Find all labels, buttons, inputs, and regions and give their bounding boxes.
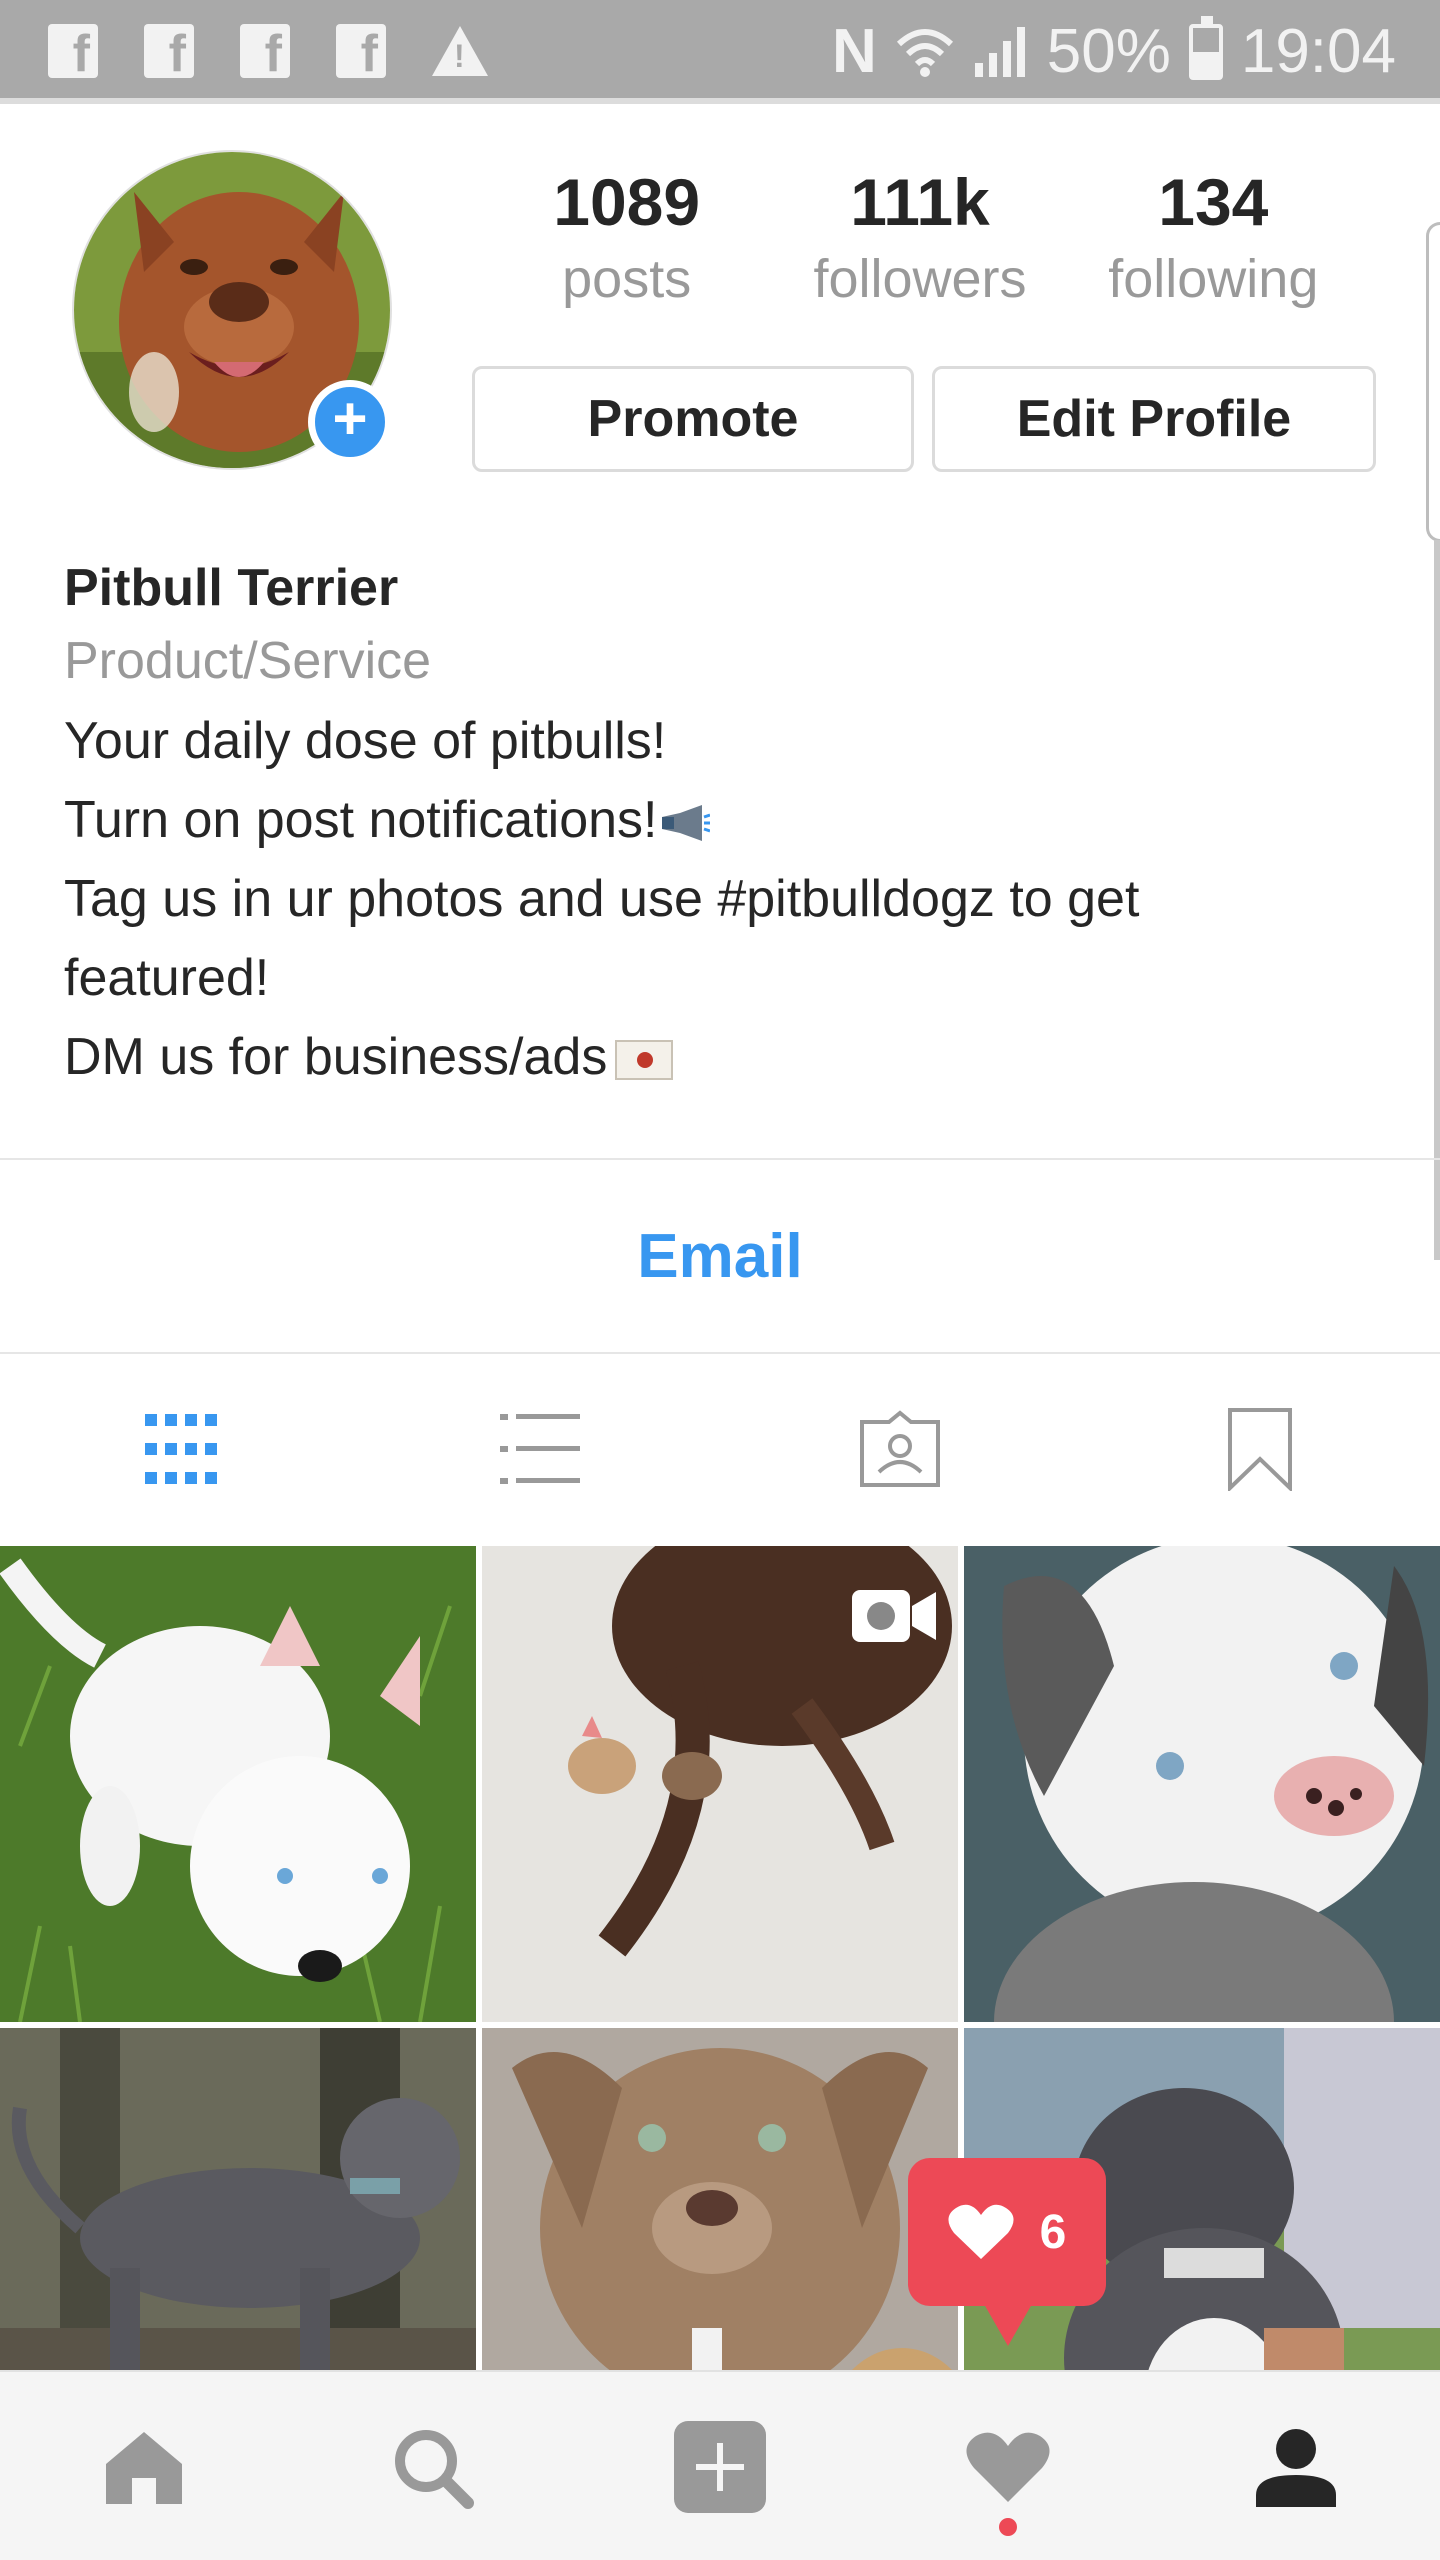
facebook-icon bbox=[144, 24, 194, 84]
nav-profile[interactable] bbox=[1152, 2372, 1440, 2560]
profile-name: Pitbull Terrier bbox=[64, 559, 399, 617]
bio-line: Your daily dose of pitbulls! bbox=[64, 702, 1384, 781]
promote-button[interactable]: Promote bbox=[472, 366, 914, 472]
heart-icon bbox=[948, 2204, 1014, 2259]
bio-text[interactable]: Tag us in ur photos and use #pitbulldogz… bbox=[64, 870, 1139, 928]
tab-saved[interactable] bbox=[1080, 1354, 1440, 1544]
status-bar: N 50% 19:04 bbox=[0, 0, 1440, 104]
stat-followers[interactable]: 111k followers bbox=[773, 164, 1066, 310]
edge-panel-handle[interactable] bbox=[1426, 222, 1440, 542]
gray-pitbull-in-forest-image bbox=[0, 2028, 476, 2414]
nav-add-post[interactable] bbox=[576, 2372, 864, 2560]
grid-icon bbox=[145, 1414, 217, 1484]
stat-value: 134 bbox=[1158, 165, 1269, 239]
activity-notification[interactable]: 6 bbox=[908, 2158, 1106, 2346]
profile-bio: Pitbull Terrier Product/Service Your dai… bbox=[64, 556, 1384, 1097]
tab-grid[interactable] bbox=[0, 1354, 360, 1544]
stat-value: 1089 bbox=[553, 165, 701, 239]
signal-icon bbox=[974, 26, 1025, 77]
notification-icons bbox=[48, 24, 488, 84]
white-gray-puppy-face-image bbox=[964, 1546, 1440, 2022]
add-post-icon bbox=[674, 2421, 766, 2513]
profile-icon bbox=[1256, 2429, 1336, 2507]
activity-indicator-dot bbox=[999, 2518, 1017, 2536]
system-icons: N 50% 19:04 bbox=[831, 15, 1396, 87]
stat-value: 111k bbox=[850, 165, 990, 239]
wifi-icon bbox=[896, 28, 953, 77]
facebook-icon bbox=[336, 24, 386, 84]
white-puppy-on-grass-image bbox=[0, 1546, 476, 2022]
post-thumbnail[interactable] bbox=[482, 2028, 958, 2414]
clock: 19:04 bbox=[1240, 17, 1396, 86]
profile-view-tabs bbox=[0, 1354, 1440, 1544]
home-icon bbox=[106, 2432, 182, 2504]
nav-activity[interactable] bbox=[864, 2372, 1152, 2560]
nav-search[interactable] bbox=[288, 2372, 576, 2560]
search-icon bbox=[395, 2430, 474, 2509]
stat-label: following bbox=[1108, 249, 1319, 309]
post-thumbnail[interactable] bbox=[482, 1546, 958, 2022]
list-icon bbox=[500, 1414, 580, 1484]
bio-line: Tag us in ur photos and use #pitbulldogz… bbox=[64, 860, 1384, 939]
nav-home[interactable] bbox=[0, 2372, 288, 2560]
bio-line: Turn on post notifications! bbox=[64, 781, 1384, 860]
brown-puppy-face-image bbox=[482, 2028, 958, 2414]
bio-text: Turn on post notifications! bbox=[64, 791, 658, 849]
profile-stats: 1089 posts 111k followers 134 following bbox=[480, 164, 1360, 310]
stat-label: posts bbox=[562, 249, 692, 309]
facebook-icon bbox=[240, 24, 290, 84]
battery-percent: 50% bbox=[1046, 17, 1171, 86]
bio-line: DM us for business/ads bbox=[64, 1018, 1384, 1097]
bio-text: Your daily dose of pitbulls! bbox=[64, 712, 667, 770]
post-thumbnail[interactable] bbox=[0, 1546, 476, 2022]
post-thumbnail[interactable] bbox=[0, 2028, 476, 2414]
nfc-icon: N bbox=[831, 17, 877, 86]
scrollbar[interactable] bbox=[1434, 540, 1440, 1260]
edit-profile-button[interactable]: Edit Profile bbox=[932, 366, 1376, 472]
battery-icon bbox=[1188, 15, 1223, 80]
bio-text: featured! bbox=[64, 949, 270, 1007]
bio-line: featured! bbox=[64, 939, 1384, 1018]
stat-label: followers bbox=[813, 249, 1027, 309]
post-thumbnail[interactable] bbox=[964, 1546, 1440, 2022]
envelope-icon bbox=[615, 1040, 674, 1081]
notification-count: 6 bbox=[1039, 2205, 1067, 2259]
facebook-icon bbox=[48, 24, 98, 84]
tab-tagged[interactable] bbox=[720, 1354, 1080, 1544]
profile-category: Product/Service bbox=[64, 632, 432, 690]
warning-icon bbox=[432, 26, 488, 76]
profile-avatar-container[interactable]: + bbox=[72, 150, 392, 470]
bio-text: DM us for business/ads bbox=[64, 1028, 608, 1086]
saved-icon bbox=[1228, 1408, 1292, 1491]
stat-following[interactable]: 134 following bbox=[1067, 164, 1360, 310]
tab-list[interactable] bbox=[360, 1354, 720, 1544]
bottom-nav bbox=[0, 2370, 1440, 2560]
stat-posts[interactable]: 1089 posts bbox=[480, 164, 773, 310]
activity-icon bbox=[966, 2432, 1050, 2502]
video-icon bbox=[852, 1590, 936, 1642]
megaphone-icon bbox=[661, 805, 710, 842]
email-button[interactable]: Email bbox=[0, 1160, 1440, 1352]
tagged-icon bbox=[860, 1410, 940, 1487]
add-story-button[interactable]: + bbox=[308, 380, 392, 464]
